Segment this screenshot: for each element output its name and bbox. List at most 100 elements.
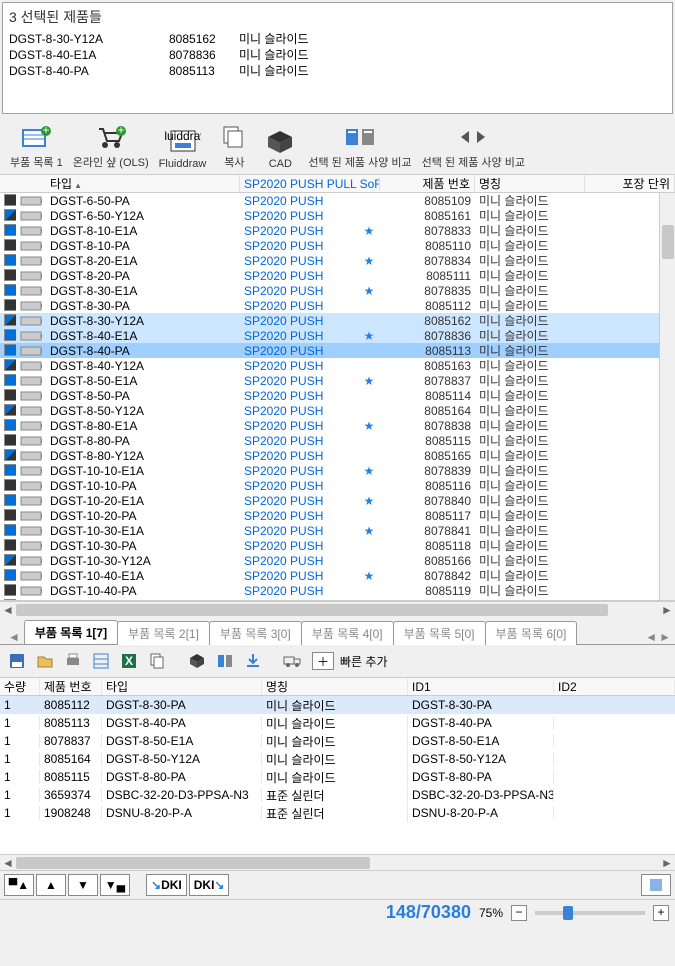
row-flag-icon	[0, 434, 16, 448]
lower-grid-row[interactable]: 1 8085115 DGST-8-80-PA 미니 슬라이드 DGST-8-80…	[0, 768, 675, 786]
lcol-qty[interactable]: 수량	[0, 678, 40, 695]
grid-row[interactable]: DGST-8-20-PA SP2020 PUSH 8085111 미니 슬라이드	[0, 268, 675, 283]
h-scrollbar-thumb[interactable]	[16, 604, 608, 616]
spec-compare-button[interactable]: 선택 된 제품 사양 비교	[304, 120, 415, 172]
excel-icon[interactable]: X	[116, 649, 142, 673]
grid-row[interactable]: DGST-8-80-PA SP2020 PUSH 8085115 미니 슬라이드	[0, 433, 675, 448]
options-icon[interactable]	[641, 874, 671, 896]
open-icon[interactable]	[32, 649, 58, 673]
grid-row[interactable]: DGST-10-30-PA SP2020 PUSH 8085118 미니 슬라이…	[0, 538, 675, 553]
cell-type: DGST-10-20-PA	[46, 509, 240, 523]
grid-row[interactable]: DGST-8-30-PA SP2020 PUSH 8085112 미니 슬라이드	[0, 298, 675, 313]
zoom-out-button[interactable]: −	[511, 905, 527, 921]
quick-add-plus-button[interactable]: ＋	[312, 652, 334, 670]
lcol-pn[interactable]: 제품 번호	[40, 678, 102, 695]
col-name[interactable]: 명칭	[475, 175, 585, 192]
grid-row[interactable]: DGST-8-10-E1A SP2020 PUSH ★ 8078833 미니 슬…	[0, 223, 675, 238]
lower-grid-row[interactable]: 1 8085112 DGST-8-30-PA 미니 슬라이드 DGST-8-30…	[0, 696, 675, 714]
grid-row[interactable]: DGST-6-50-PA SP2020 PUSH 8085109 미니 슬라이드	[0, 193, 675, 208]
grid-row[interactable]: DGST-10-30-E1A SP2020 PUSH ★ 8078841 미니 …	[0, 523, 675, 538]
lcol-type[interactable]: 타입	[102, 678, 262, 695]
h-scrollbar-thumb[interactable]	[16, 857, 370, 869]
col-pack[interactable]: 포장 단위	[585, 175, 675, 192]
tab-scroll-left-icon[interactable]: ◄	[645, 630, 657, 644]
scroll-right-icon[interactable]: ►	[659, 603, 675, 617]
grid-row[interactable]: DGST-8-50-E1A SP2020 PUSH ★ 8078837 미니 슬…	[0, 373, 675, 388]
grid-row[interactable]: DGST-8-10-PA SP2020 PUSH 8085110 미니 슬라이드	[0, 238, 675, 253]
save-icon[interactable]	[4, 649, 30, 673]
lower-grid-row[interactable]: 1 1908248 DSNU-8-20-P-A 표준 실린더 DSNU-8-20…	[0, 804, 675, 822]
parts-list-tab[interactable]: 부품 목록 6[0]	[485, 621, 578, 645]
zoom-slider-thumb[interactable]	[563, 906, 573, 920]
lower-grid-row[interactable]: 1 3659374 DSBC-32-20-D3-PPSA-N3 표준 실린더 D…	[0, 786, 675, 804]
scrollbar-thumb[interactable]	[662, 225, 674, 259]
nav-first-button[interactable]: ▀▲	[4, 874, 34, 896]
grid-row[interactable]: DGST-8-40-Y12A SP2020 PUSH 8085163 미니 슬라…	[0, 358, 675, 373]
lcol-id2[interactable]: ID2	[554, 680, 675, 694]
dki-in-button[interactable]: ↘DKI	[146, 874, 187, 896]
print-icon[interactable]	[60, 649, 86, 673]
dki-out-button[interactable]: DKI↘	[189, 874, 230, 896]
scroll-left-icon[interactable]: ◄	[0, 603, 16, 617]
cell-product-number: 8078839	[380, 464, 475, 478]
cell-product-number: 8085165	[380, 449, 475, 463]
parts-list-tab[interactable]: 부품 목록 5[0]	[393, 621, 486, 645]
zoom-slider[interactable]	[535, 911, 645, 915]
copy-icon[interactable]	[144, 649, 170, 673]
row-flag-icon	[0, 539, 16, 553]
parts-list-tab[interactable]: 부품 목록 1[7]	[24, 620, 118, 644]
vertical-scrollbar[interactable]	[659, 193, 675, 600]
nav-last-button[interactable]: ▼▄	[100, 874, 130, 896]
grid-row[interactable]: DGST-10-20-PA SP2020 PUSH 8085117 미니 슬라이…	[0, 508, 675, 523]
copy-button[interactable]: 복사	[212, 120, 256, 172]
online-shop-button[interactable]: + 온라인 샾 (OLS)	[69, 120, 153, 172]
spec-compare2-button[interactable]: 선택 된 제품 사양 비교	[418, 120, 529, 172]
parts-list-tab[interactable]: 부품 목록 4[0]	[301, 621, 394, 645]
lower-grid-row[interactable]: 1 8078837 DGST-8-50-E1A 미니 슬라이드 DGST-8-5…	[0, 732, 675, 750]
cad-button[interactable]: CAD	[258, 120, 302, 172]
scroll-left-icon[interactable]: ◄	[0, 856, 16, 870]
lcol-name[interactable]: 명칭	[262, 678, 408, 695]
nav-up-button[interactable]: ▲	[36, 874, 66, 896]
scroll-right-icon[interactable]: ►	[659, 856, 675, 870]
parts-list-tab[interactable]: 부품 목록 2[1]	[117, 621, 210, 645]
grid-row[interactable]: DGST-8-20-E1A SP2020 PUSH ★ 8078834 미니 슬…	[0, 253, 675, 268]
grid-row[interactable]: DGST-10-20-E1A SP2020 PUSH ★ 8078840 미니 …	[0, 493, 675, 508]
col-sp2020[interactable]: SP2020 PUSH PULL SoR ★	[240, 177, 380, 191]
grid-row[interactable]: DGST-10-40-E1A SP2020 PUSH ★ 8078842 미니 …	[0, 568, 675, 583]
parts-list-tab[interactable]: 부품 목록 3[0]	[209, 621, 302, 645]
lower-horizontal-scrollbar[interactable]: ◄ ►	[0, 854, 675, 870]
grid-row[interactable]: DGST-8-40-PA SP2020 PUSH 8085113 미니 슬라이드	[0, 343, 675, 358]
horizontal-scrollbar[interactable]: ◄ ►	[0, 601, 675, 617]
cad-cube-icon[interactable]	[184, 649, 210, 673]
tab-scroll-right-icon[interactable]: ►	[659, 630, 671, 644]
compare-icon[interactable]	[212, 649, 238, 673]
grid-row[interactable]: DGST-8-80-Y12A SP2020 PUSH 8085165 미니 슬라…	[0, 448, 675, 463]
grid-row[interactable]: DGST-10-40-Y12A SP2020 PUSH 8085167 미니 슬…	[0, 598, 675, 600]
col-type[interactable]: 타입▲	[46, 175, 240, 192]
grid-row[interactable]: DGST-8-40-E1A SP2020 PUSH ★ 8078836 미니 슬…	[0, 328, 675, 343]
grid-row[interactable]: DGST-8-30-E1A SP2020 PUSH ★ 8078835 미니 슬…	[0, 283, 675, 298]
grid-row[interactable]: DGST-8-30-Y12A SP2020 PUSH 8085162 미니 슬라…	[0, 313, 675, 328]
grid-icon[interactable]	[88, 649, 114, 673]
truck-icon[interactable]	[280, 649, 306, 673]
spec-compare-icon	[342, 122, 378, 152]
grid-row[interactable]: DGST-10-40-PA SP2020 PUSH 8085119 미니 슬라이…	[0, 583, 675, 598]
grid-row[interactable]: DGST-10-30-Y12A SP2020 PUSH 8085166 미니 슬…	[0, 553, 675, 568]
grid-row[interactable]: DGST-10-10-E1A SP2020 PUSH ★ 8078839 미니 …	[0, 463, 675, 478]
lower-grid-row[interactable]: 1 8085113 DGST-8-40-PA 미니 슬라이드 DGST-8-40…	[0, 714, 675, 732]
grid-row[interactable]: DGST-8-50-PA SP2020 PUSH 8085114 미니 슬라이드	[0, 388, 675, 403]
grid-row[interactable]: DGST-8-80-E1A SP2020 PUSH ★ 8078838 미니 슬…	[0, 418, 675, 433]
tab-scroll-left-icon[interactable]: ◄	[4, 630, 24, 644]
nav-down-button[interactable]: ▼	[68, 874, 98, 896]
col-product-number[interactable]: 제품 번호	[380, 175, 475, 192]
grid-row[interactable]: DGST-6-50-Y12A SP2020 PUSH 8085161 미니 슬라…	[0, 208, 675, 223]
lcol-id1[interactable]: ID1	[408, 680, 554, 694]
download-icon[interactable]	[240, 649, 266, 673]
zoom-in-button[interactable]: +	[653, 905, 669, 921]
lower-grid-row[interactable]: 1 8085164 DGST-8-50-Y12A 미니 슬라이드 DGST-8-…	[0, 750, 675, 768]
grid-row[interactable]: DGST-8-50-Y12A SP2020 PUSH 8085164 미니 슬라…	[0, 403, 675, 418]
fluiddraw-button[interactable]: Fluiddraw Fluiddraw	[155, 120, 211, 172]
grid-row[interactable]: DGST-10-10-PA SP2020 PUSH 8085116 미니 슬라이…	[0, 478, 675, 493]
parts-list-button[interactable]: + 부품 목록 1	[6, 120, 67, 172]
